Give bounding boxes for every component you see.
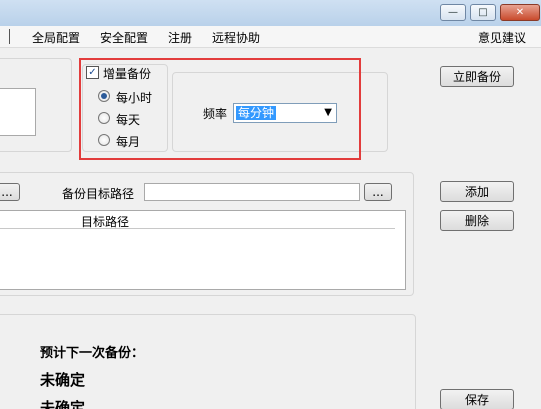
next-backup-label: 预计下一次备份： (40, 346, 145, 361)
menu-bar: 全局配置 安全配置 注册 远程协助 意见建议 (0, 26, 541, 48)
add-button[interactable]: 添加 (440, 181, 514, 202)
schedule-panel (0, 314, 416, 409)
save-button[interactable]: 保存 (440, 389, 514, 409)
close-icon: ✕ (515, 6, 525, 18)
menu-separator (9, 29, 10, 44)
menu-register[interactable]: 注册 (168, 29, 192, 46)
target-path-label: 备份目标路径 (62, 187, 135, 201)
maximize-button[interactable]: □ (470, 4, 496, 21)
column-target-path[interactable]: 目标路径 (81, 213, 129, 230)
highlight-box (79, 58, 361, 160)
target-list[interactable]: 目标路径 (0, 210, 406, 290)
target-list-header: 目标路径 (0, 211, 395, 229)
next-backup-line1: 未确定 (40, 371, 86, 389)
minimize-button[interactable]: — (440, 4, 466, 21)
close-button[interactable]: ✕ (500, 4, 540, 21)
menu-global-config[interactable]: 全局配置 (32, 29, 80, 46)
menu-security-config[interactable]: 安全配置 (100, 29, 148, 46)
delete-button[interactable]: 删除 (440, 210, 514, 231)
browse-left-button[interactable]: ... (0, 183, 20, 201)
source-list[interactable] (0, 88, 36, 136)
next-backup-line2: 未确定 (40, 399, 86, 409)
target-path-input[interactable] (144, 183, 360, 201)
minimize-icon: — (448, 6, 458, 18)
maximize-icon: □ (478, 6, 488, 18)
menu-remote-assist[interactable]: 远程协助 (212, 29, 260, 46)
backup-now-button[interactable]: 立即备份 (440, 66, 514, 87)
menu-feedback[interactable]: 意见建议 (478, 29, 526, 46)
browse-right-button[interactable]: ... (364, 183, 392, 201)
title-bar: — □ ✕ (0, 0, 541, 26)
